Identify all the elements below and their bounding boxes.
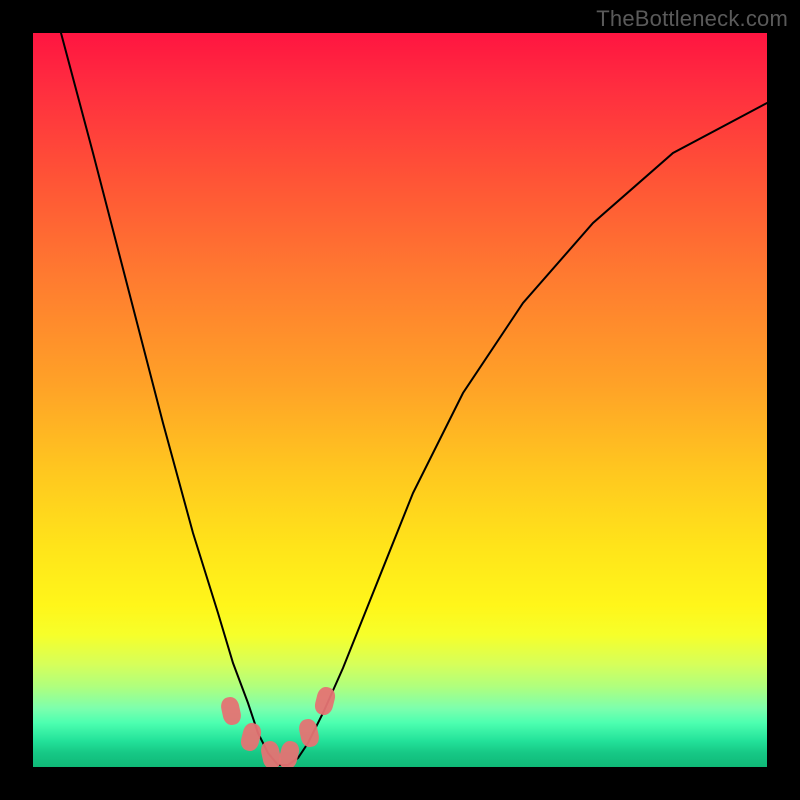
bottleneck-curve	[61, 33, 767, 765]
curve-marker	[277, 739, 301, 767]
attribution-text: TheBottleneck.com	[596, 6, 788, 32]
curve-marker	[219, 695, 242, 726]
chart-stage: TheBottleneck.com	[0, 0, 800, 800]
curve-marker	[239, 721, 263, 753]
plot-area	[33, 33, 767, 767]
curve-layer	[33, 33, 767, 767]
curve-marker	[297, 717, 320, 748]
markers-group	[219, 685, 337, 767]
